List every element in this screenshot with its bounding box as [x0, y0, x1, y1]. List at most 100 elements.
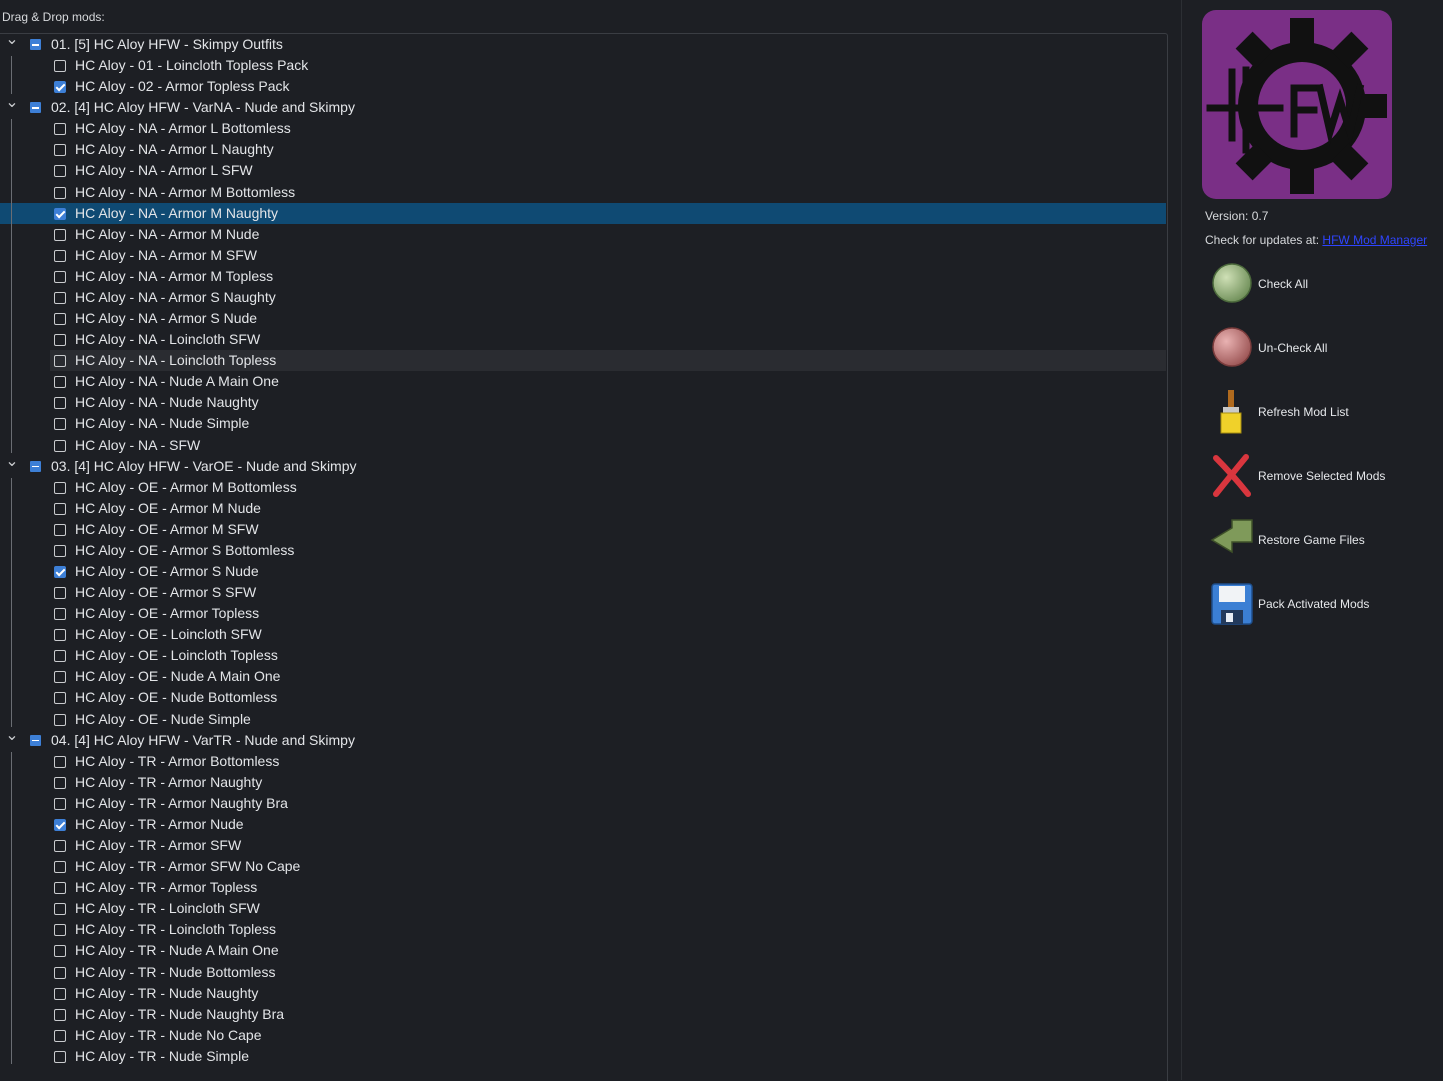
mod-checkbox[interactable] — [54, 544, 66, 557]
mod-checkbox[interactable] — [54, 228, 66, 241]
mod-checkbox[interactable] — [54, 502, 66, 515]
mod-checkbox[interactable] — [54, 903, 66, 916]
mod-item-row[interactable]: HC Aloy - OE - Armor S Nude — [0, 561, 1166, 582]
mod-item-row[interactable]: HC Aloy - OE - Loincloth Topless — [0, 645, 1166, 666]
mod-item-row[interactable]: HC Aloy - OE - Nude Simple — [0, 709, 1166, 730]
mod-checkbox[interactable] — [54, 355, 66, 368]
mod-checkbox[interactable] — [54, 1008, 66, 1021]
mod-checkbox[interactable] — [54, 840, 66, 853]
mod-item-row[interactable]: HC Aloy - NA - Loincloth SFW — [0, 329, 1166, 350]
mod-item-row[interactable]: HC Aloy - NA - Nude Simple — [0, 413, 1166, 434]
mod-item-row[interactable]: HC Aloy - OE - Nude Bottomless — [0, 687, 1166, 708]
mod-item-row[interactable]: HC Aloy - TR - Armor SFW No Cape — [0, 856, 1166, 877]
mod-group-row[interactable]: ⌄ 04. [4] HC Aloy HFW - VarTR - Nude and … — [0, 727, 1166, 751]
mod-checkbox[interactable] — [54, 629, 66, 642]
mod-item-row[interactable]: HC Aloy - NA - Armor M SFW — [0, 245, 1166, 266]
mod-item-row[interactable]: HC Aloy - NA - Armor L Naughty — [0, 139, 1166, 160]
mod-item-row[interactable]: HC Aloy - NA - Armor M Bottomless — [0, 182, 1166, 203]
chevron-down-icon[interactable]: ⌄ — [5, 453, 19, 477]
mod-checkbox[interactable] — [54, 186, 66, 199]
chevron-down-icon[interactable]: ⌄ — [5, 727, 19, 751]
mod-checkbox[interactable] — [54, 81, 66, 94]
mod-item-row[interactable]: HC Aloy - 02 - Armor Topless Pack — [0, 76, 1166, 97]
mod-item-row[interactable]: HC Aloy - OE - Armor Topless — [0, 603, 1166, 624]
check-all-button[interactable]: Check All — [1210, 262, 1440, 310]
mod-item-row[interactable]: HC Aloy - OE - Armor S SFW — [0, 582, 1166, 603]
mod-checkbox[interactable] — [54, 439, 66, 452]
chevron-down-icon[interactable]: ⌄ — [5, 95, 19, 118]
mod-checkbox[interactable] — [54, 1029, 66, 1042]
mod-checkbox[interactable] — [54, 818, 66, 831]
mod-item-row[interactable]: HC Aloy - TR - Nude No Cape — [0, 1025, 1166, 1046]
mod-item-row[interactable]: HC Aloy - TR - Armor Naughty — [0, 772, 1166, 793]
mod-checkbox[interactable] — [54, 587, 66, 600]
restore-game-files-button[interactable]: Restore Game Files — [1210, 518, 1440, 566]
mod-checkbox[interactable] — [54, 966, 66, 979]
group-partial-checkbox[interactable] — [30, 102, 41, 114]
mod-checkbox[interactable] — [54, 776, 66, 789]
group-partial-checkbox[interactable] — [30, 39, 41, 50]
mod-tree[interactable]: ⌄ 01. [5] HC Aloy HFW - Skimpy Outfits HC … — [0, 32, 1168, 1081]
mod-checkbox[interactable] — [54, 566, 66, 578]
mod-checkbox[interactable] — [54, 523, 66, 536]
mod-item-row[interactable]: HC Aloy - NA - Armor M Topless — [0, 266, 1166, 287]
mod-checkbox[interactable] — [54, 650, 66, 663]
mod-checkbox[interactable] — [54, 144, 66, 157]
mod-item-row[interactable]: HC Aloy - 01 - Loincloth Topless Pack — [0, 55, 1166, 76]
mod-item-row[interactable]: HC Aloy - NA - Armor S Naughty — [0, 287, 1166, 308]
refresh-mod-list-button[interactable]: Refresh Mod List — [1210, 390, 1440, 438]
mod-checkbox[interactable] — [54, 882, 66, 895]
mod-item-row[interactable]: HC Aloy - TR - Armor Topless — [0, 877, 1166, 898]
mod-item-row[interactable]: HC Aloy - NA - Armor M Nude — [0, 224, 1166, 245]
mod-group-row[interactable]: ⌄ 02. [4] HC Aloy HFW - VarNA - Nude and … — [0, 95, 1166, 118]
mod-checkbox[interactable] — [54, 987, 66, 1000]
mod-checkbox[interactable] — [54, 334, 66, 347]
mod-checkbox[interactable] — [54, 1050, 66, 1063]
mod-checkbox[interactable] — [54, 418, 66, 431]
update-link[interactable]: HFW Mod Manager — [1322, 233, 1427, 247]
mod-item-row[interactable]: HC Aloy - TR - Armor SFW — [0, 835, 1166, 856]
mod-item-row[interactable]: HC Aloy - NA - Nude Naughty — [0, 392, 1166, 413]
mod-item-row[interactable]: HC Aloy - NA - Armor S Nude — [0, 308, 1166, 329]
mod-item-row[interactable]: HC Aloy - TR - Armor Bottomless — [0, 751, 1166, 772]
mod-group-row[interactable]: ⌄ 03. [4] HC Aloy HFW - VarOE - Nude and … — [0, 453, 1166, 477]
mod-item-row[interactable]: HC Aloy - NA - Armor L SFW — [0, 160, 1166, 181]
mod-checkbox[interactable] — [54, 797, 66, 810]
mod-item-row[interactable]: HC Aloy - OE - Armor M Bottomless — [0, 477, 1166, 498]
mod-item-row[interactable]: HC Aloy - NA - Nude A Main One — [0, 371, 1166, 392]
mod-item-row[interactable]: HC Aloy - OE - Armor M Nude — [0, 498, 1166, 519]
mod-checkbox[interactable] — [54, 397, 66, 410]
mod-item-row[interactable]: HC Aloy - TR - Armor Nude — [0, 814, 1166, 835]
mod-checkbox[interactable] — [54, 713, 66, 726]
mod-item-row[interactable]: HC Aloy - TR - Nude Simple — [0, 1046, 1166, 1067]
mod-item-row[interactable]: HC Aloy - NA - Loincloth Topless — [0, 350, 1166, 372]
mod-item-row[interactable]: HC Aloy - TR - Loincloth SFW — [0, 898, 1166, 919]
mod-item-row[interactable]: HC Aloy - OE - Nude A Main One — [0, 666, 1166, 687]
mod-item-row[interactable]: HC Aloy - OE - Armor S Bottomless — [0, 540, 1166, 561]
mod-checkbox[interactable] — [54, 249, 66, 262]
mod-item-row[interactable]: HC Aloy - TR - Nude Naughty Bra — [0, 1004, 1166, 1025]
mod-item-row[interactable]: HC Aloy - OE - Armor M SFW — [0, 519, 1166, 540]
mod-checkbox[interactable] — [54, 924, 66, 937]
mod-checkbox[interactable] — [54, 376, 66, 389]
mod-item-row[interactable]: HC Aloy - TR - Armor Naughty Bra — [0, 793, 1166, 814]
mod-checkbox[interactable] — [54, 165, 66, 178]
mod-checkbox[interactable] — [54, 861, 66, 874]
uncheck-all-button[interactable]: Un-Check All — [1210, 326, 1440, 374]
mod-checkbox[interactable] — [54, 270, 66, 283]
mod-item-row[interactable]: HC Aloy - TR - Nude Bottomless — [0, 962, 1166, 983]
mod-checkbox[interactable] — [54, 692, 66, 705]
mod-checkbox[interactable] — [54, 291, 66, 304]
mod-checkbox[interactable] — [54, 671, 66, 684]
group-partial-checkbox[interactable] — [30, 460, 41, 472]
mod-item-row[interactable]: HC Aloy - NA - SFW — [0, 435, 1166, 456]
mod-checkbox[interactable] — [54, 60, 66, 73]
mod-checkbox[interactable] — [54, 755, 66, 768]
mod-item-row[interactable]: HC Aloy - NA - Armor M Naughty — [0, 202, 1166, 224]
mod-item-row[interactable]: HC Aloy - OE - Loincloth SFW — [0, 624, 1166, 645]
mod-checkbox[interactable] — [54, 123, 66, 136]
pack-activated-mods-button[interactable]: Pack Activated Mods — [1210, 582, 1440, 630]
group-partial-checkbox[interactable] — [30, 734, 41, 746]
mod-checkbox[interactable] — [54, 481, 66, 494]
mod-item-row[interactable]: HC Aloy - TR - Nude Naughty — [0, 983, 1166, 1004]
